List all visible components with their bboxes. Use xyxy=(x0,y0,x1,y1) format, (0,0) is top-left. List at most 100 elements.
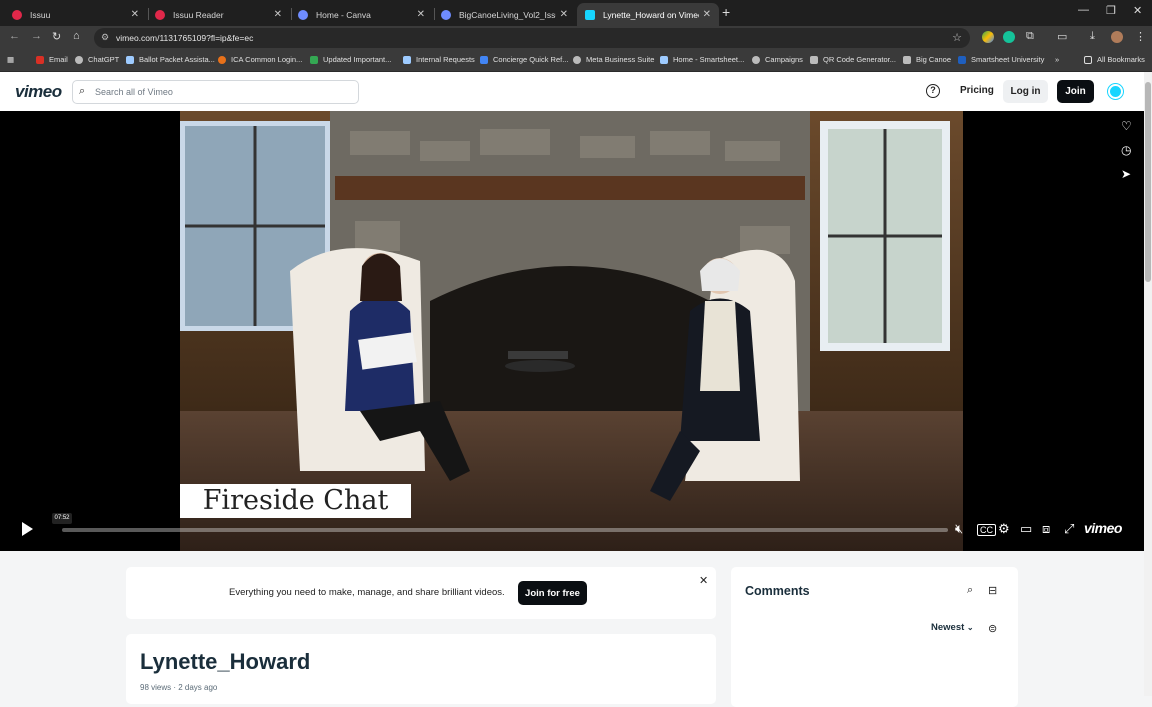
pricing-link[interactable]: Pricing xyxy=(960,85,994,96)
close-icon[interactable]: ✕ xyxy=(417,9,425,20)
progress-bar[interactable] xyxy=(62,528,948,532)
bookmark-email[interactable]: Email xyxy=(36,55,68,64)
view-count: 98 views xyxy=(140,683,172,692)
bookmark-label: ChatGPT xyxy=(88,55,120,64)
tab-issuu[interactable]: Issuu ✕ xyxy=(4,3,147,26)
bookmark-label: Internal Requests xyxy=(416,55,475,64)
drive-extension-icon[interactable] xyxy=(982,31,994,43)
share-icon[interactable]: ➤ xyxy=(1121,167,1131,181)
close-icon[interactable]: ✕ xyxy=(703,9,711,20)
tab-issuu-reader[interactable]: Issuu Reader ✕ xyxy=(147,3,290,26)
chevron-down-icon: ⌄ xyxy=(966,623,974,632)
site-info-icon[interactable]: ⚙ xyxy=(101,32,109,43)
chromecast-icon[interactable]: ▭ xyxy=(1020,521,1032,537)
join-button[interactable]: Join xyxy=(1057,80,1094,103)
bookmark-smartsheet-university[interactable]: Smartsheet University xyxy=(958,55,1044,64)
posted-date: 2 days ago xyxy=(178,683,218,692)
tab-bigcanoe[interactable]: BigCanoeLiving_Vol2_Issue22 - ✕ xyxy=(433,3,576,26)
watch-later-icon[interactable]: ◷ xyxy=(1121,143,1131,157)
extensions-icon[interactable]: ⧉ xyxy=(1026,30,1034,43)
vimeo-avatar[interactable] xyxy=(1108,84,1123,99)
close-icon[interactable]: ✕ xyxy=(274,9,282,20)
help-icon[interactable]: ? xyxy=(926,84,940,98)
video-player[interactable]: ♡ ◷ ➤ Fireside Chat 07:52 🔇︎ CC ⚙ ▭ ⧈ ⤢ … xyxy=(0,111,1144,551)
bookmark-ica-login[interactable]: ICA Common Login... xyxy=(218,55,302,64)
tab-title: BigCanoeLiving_Vol2_Issue22 - xyxy=(459,9,556,20)
menu-icon[interactable]: ⋮ xyxy=(1135,30,1146,43)
browser-tab-strip: Issuu ✕ Issuu Reader ✕ Home - Canva ✕ Bi… xyxy=(0,0,1152,26)
bookmark-smartsheet-home[interactable]: Home - Smartsheet... xyxy=(660,55,744,64)
bookmark-big-canoe[interactable]: Big Canoe xyxy=(903,55,951,64)
url-text: vimeo.com/1131765109?fl=ip&fe=ec xyxy=(116,33,254,43)
bookmark-chatgpt[interactable]: ChatGPT xyxy=(75,55,119,64)
bookmark-campaigns[interactable]: Campaigns xyxy=(752,55,803,64)
bookmark-updated-important[interactable]: Updated Important... xyxy=(310,55,391,64)
vimeo-logo[interactable]: vimeo xyxy=(15,82,62,102)
bookmark-label: Smartsheet University xyxy=(971,55,1045,64)
cast-icon[interactable]: ▭ xyxy=(1057,30,1067,43)
bookmark-star-icon[interactable]: ☆ xyxy=(952,31,962,44)
bookmark-label: Concierge Quick Ref... xyxy=(493,55,569,64)
search-placeholder: Search all of Vimeo xyxy=(95,87,173,97)
qr-icon xyxy=(810,55,818,64)
window-close-icon[interactable]: ✕ xyxy=(1133,4,1142,17)
login-button[interactable]: Log in xyxy=(1003,80,1048,103)
address-bar[interactable]: ⚙ vimeo.com/1131765109?fl=ip&fe=ec ☆ xyxy=(94,28,970,48)
tab-vimeo[interactable]: Lynette_Howard on Vimeo ✕ xyxy=(577,3,719,26)
video-title: Lynette_Howard xyxy=(140,649,311,674)
more-bookmarks-icon[interactable]: » xyxy=(1055,55,1059,64)
join-for-free-button[interactable]: Join for free xyxy=(518,581,587,605)
home-icon[interactable]: ⌂ xyxy=(73,30,80,42)
bookmarks-bar: ▦ Email ChatGPT Ballot Packet Assista...… xyxy=(0,50,1152,72)
search-input[interactable]: ⌕ Search all of Vimeo xyxy=(72,80,359,104)
grammarly-extension-icon[interactable] xyxy=(1003,31,1015,43)
bookmark-qr-code[interactable]: QR Code Generator... xyxy=(810,55,896,64)
apps-icon[interactable]: ▦ xyxy=(7,55,14,64)
like-icon[interactable]: ♡ xyxy=(1121,119,1132,133)
volume-muted-icon[interactable]: 🔇︎ xyxy=(955,521,963,537)
close-icon[interactable]: ✕ xyxy=(560,9,568,20)
tab-title: Issuu xyxy=(30,9,51,20)
forward-icon[interactable]: → xyxy=(31,30,42,42)
checkmark-icon xyxy=(660,55,668,64)
filter-icon[interactable]: ⊜ xyxy=(988,622,997,635)
profile-avatar[interactable] xyxy=(1111,31,1123,43)
browser-toolbar: ← → ↻ ⌂ ⚙ vimeo.com/1131765109?fl=ip&fe=… xyxy=(0,26,1152,50)
page-scrollbar[interactable] xyxy=(1144,72,1152,696)
all-bookmarks[interactable]: All Bookmarks xyxy=(1084,55,1145,64)
search-icon[interactable]: ⌕ xyxy=(967,584,973,597)
picture-in-picture-icon[interactable]: ⧈ xyxy=(1042,521,1050,537)
bookmark-label: QR Code Generator... xyxy=(823,55,896,64)
tab-canva[interactable]: Home - Canva ✕ xyxy=(290,3,433,26)
comments-panel: Comments ⌕ ⊟ Newest ⌄ ⊜ xyxy=(731,567,1018,707)
collapse-panel-icon[interactable]: ⊟ xyxy=(988,584,997,597)
bookmark-label: Big Canoe xyxy=(916,55,952,64)
download-icon[interactable]: ⤓ xyxy=(1090,30,1095,43)
fullscreen-icon[interactable]: ⤢ xyxy=(1064,521,1074,537)
player-vimeo-logo[interactable]: vimeo xyxy=(1084,520,1122,536)
close-icon[interactable]: ✕ xyxy=(699,574,708,587)
comments-title: Comments xyxy=(745,584,810,598)
restore-icon[interactable]: ❐ xyxy=(1106,4,1116,17)
minimize-icon[interactable]: — xyxy=(1078,4,1089,16)
back-icon[interactable]: ← xyxy=(9,30,20,42)
reload-icon[interactable]: ↻ xyxy=(52,30,61,43)
bookmark-meta-business[interactable]: Meta Business Suite xyxy=(573,55,654,64)
play-icon[interactable] xyxy=(22,522,33,536)
bookmark-concierge[interactable]: Concierge Quick Ref... xyxy=(480,55,568,64)
scrollbar-thumb[interactable] xyxy=(1145,82,1151,282)
search-icon: ⌕ xyxy=(79,85,86,97)
video-caption: Fireside Chat xyxy=(180,484,411,518)
bookmark-internal-requests[interactable]: Internal Requests xyxy=(403,55,475,64)
closed-captions-icon[interactable]: CC xyxy=(977,524,996,536)
new-tab-icon[interactable]: + xyxy=(722,4,730,20)
video-info-card: Lynette_Howard 98 views · 2 days ago xyxy=(126,634,716,704)
close-icon[interactable]: ✕ xyxy=(131,9,139,20)
sheets-icon xyxy=(310,55,318,64)
settings-gear-icon[interactable]: ⚙ xyxy=(998,521,1010,537)
sort-dropdown[interactable]: Newest ⌄ xyxy=(931,622,974,633)
bookmark-label: ICA Common Login... xyxy=(231,55,303,64)
bookmark-ballot-packet[interactable]: Ballot Packet Assista... xyxy=(126,55,215,64)
tab-title: Home - Canva xyxy=(316,9,371,20)
time-tooltip: 07:52 xyxy=(52,513,72,524)
